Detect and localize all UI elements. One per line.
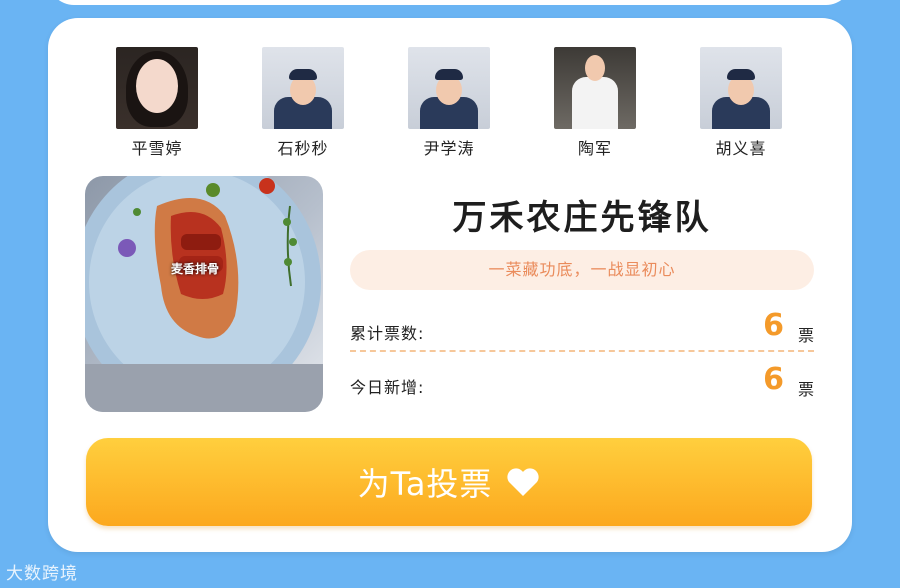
avatar [700,47,782,129]
vote-button-label: 为Ta投票 [357,465,493,503]
watermark: 大数跨境 [6,564,78,583]
previous-card [48,0,852,5]
stats-divider [350,350,814,352]
heart-icon [507,468,540,496]
member-list: 平雪婷 石秒秒 尹学涛 陶军 胡义喜 [48,47,852,159]
today-votes-label: 今日新增: [350,378,425,397]
avatar [408,47,490,129]
dish-photo[interactable]: 麦香排骨 [85,176,323,412]
member-name: 尹学涛 [423,139,475,158]
member-item[interactable]: 尹学涛 [407,47,491,159]
today-votes-unit: 票 [797,380,814,399]
member-item[interactable]: 平雪婷 [115,47,199,159]
today-votes-row: 今日新增: 6 票 [350,362,814,402]
team-card: 平雪婷 石秒秒 尹学涛 陶军 胡义喜 麦香排骨 万禾农庄先锋队 一菜藏功底，一战… [48,18,852,552]
total-votes-value: 6 [763,308,784,343]
dish-image [85,176,323,412]
member-item[interactable]: 胡义喜 [699,47,783,159]
member-name: 平雪婷 [131,139,183,158]
avatar [116,47,198,129]
member-item[interactable]: 石秒秒 [261,47,345,159]
member-name: 石秒秒 [277,139,329,158]
team-title: 万禾农庄先锋队 [452,198,712,238]
dish-label: 麦香排骨 [171,262,220,276]
member-name: 陶军 [577,139,612,158]
today-votes-value: 6 [763,362,784,397]
avatar [554,47,636,129]
team-slogan: 一菜藏功底，一战显初心 [350,250,814,290]
member-name: 胡义喜 [715,139,767,158]
member-item[interactable]: 陶军 [553,47,637,159]
total-votes-label: 累计票数: [350,324,425,343]
total-votes-row: 累计票数: 6 票 [350,308,814,348]
avatar [262,47,344,129]
vote-button[interactable]: 为Ta投票 [86,438,812,526]
total-votes-unit: 票 [797,326,814,345]
